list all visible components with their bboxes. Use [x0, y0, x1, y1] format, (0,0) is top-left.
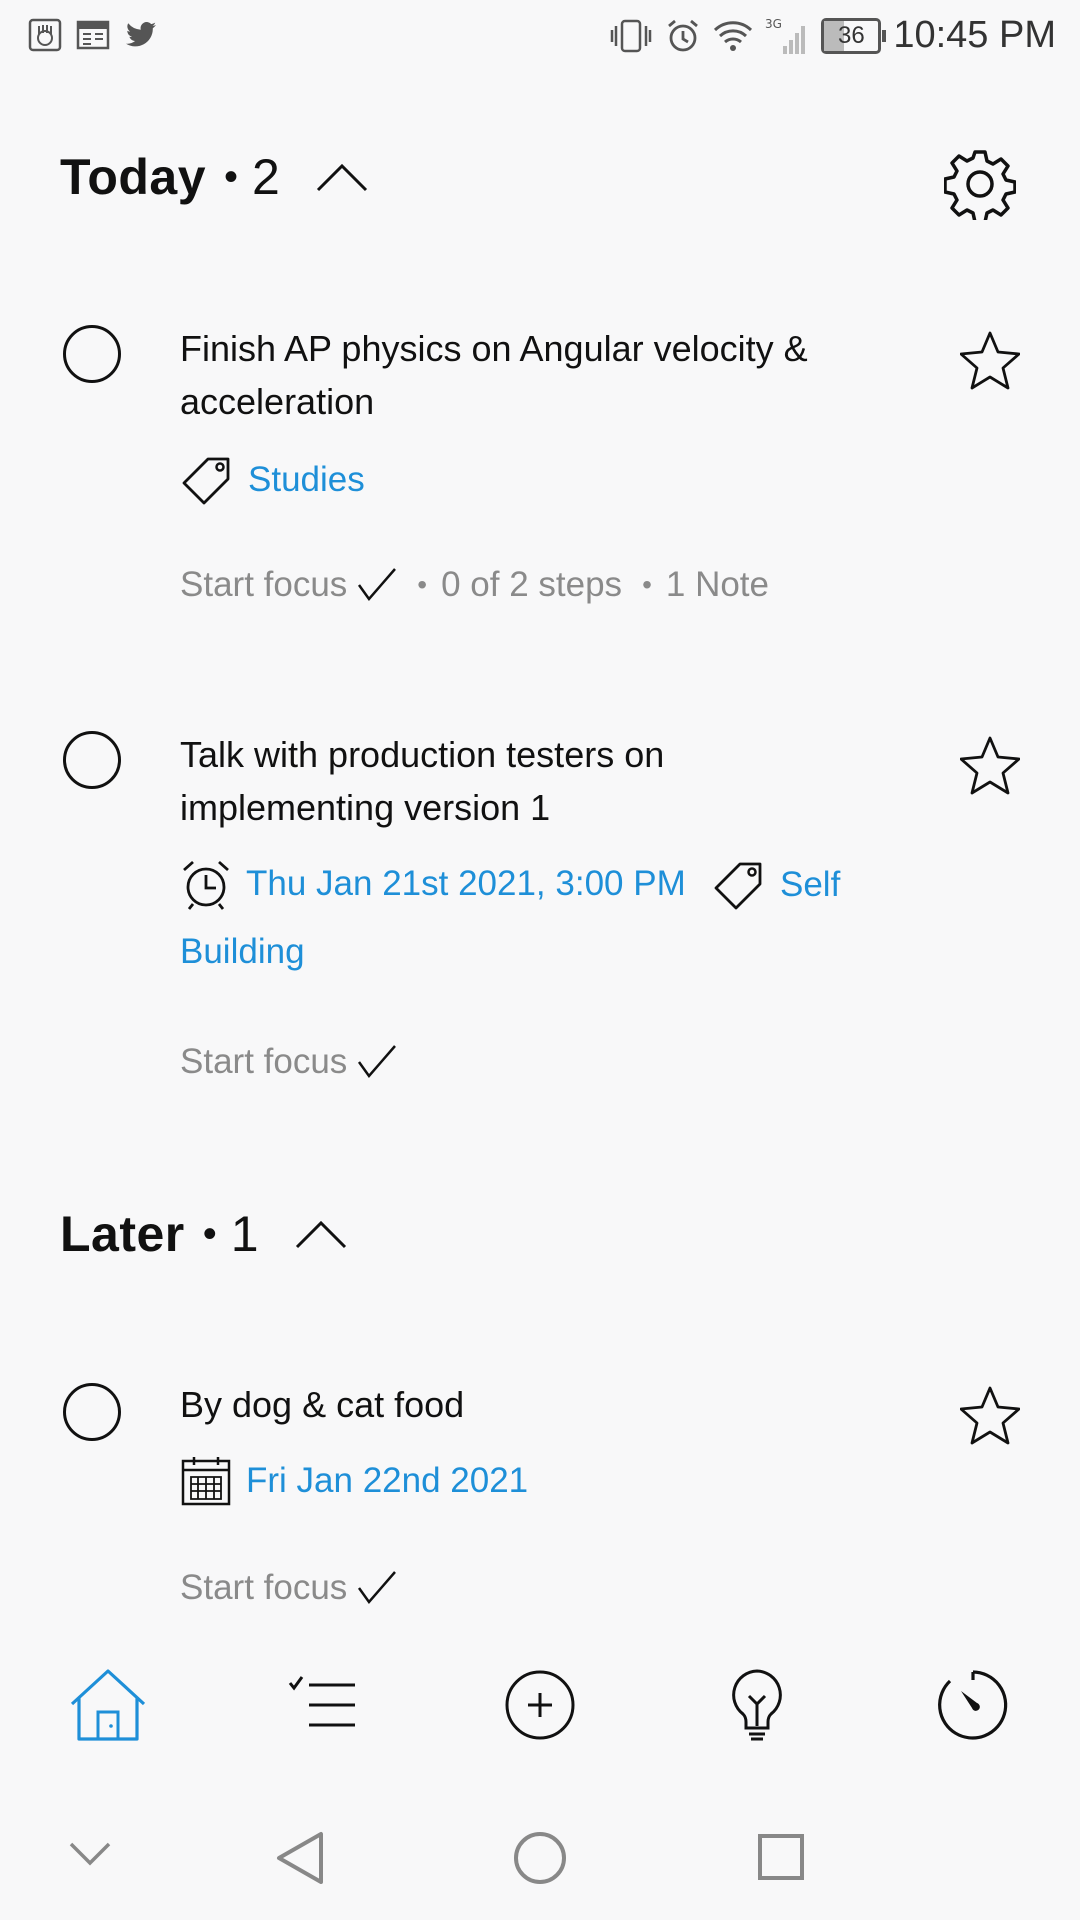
checkmark-icon[interactable]	[357, 1044, 397, 1080]
section-count: 2	[252, 149, 280, 205]
alarm-icon	[668, 19, 699, 51]
start-focus-label: Start focus	[180, 1568, 348, 1607]
section-title: Later	[60, 1206, 185, 1262]
ideas-bulb-icon	[732, 1669, 782, 1741]
add-task-icon	[505, 1670, 575, 1740]
calendar-icon	[181, 1457, 231, 1506]
task-complete-checkbox[interactable]	[63, 325, 121, 383]
reminder-date: Thu Jan 21st 2021, 3:00 PM	[246, 864, 686, 903]
start-focus-button[interactable]: Start focus	[180, 1042, 347, 1082]
start-focus-label: Start focus	[180, 565, 348, 604]
tag-label-continued: Building	[180, 932, 305, 971]
checkmark-icon[interactable]	[357, 567, 397, 603]
home-circle-icon[interactable]	[512, 1830, 568, 1886]
start-focus-button[interactable]: Start focus	[180, 565, 347, 605]
back-icon[interactable]	[275, 1830, 325, 1886]
task-complete-checkbox[interactable]	[63, 1383, 121, 1441]
notification-icons	[28, 18, 158, 52]
chevron-up-icon[interactable]	[316, 162, 368, 192]
wifi-icon	[714, 20, 753, 51]
tasks-list-icon	[288, 1676, 355, 1727]
notes-count: 1 Note	[665, 565, 769, 604]
status-time: 10:45 PM	[893, 14, 1056, 56]
battery-level: 36	[837, 21, 865, 49]
task-title[interactable]: Finish AP physics on Angular velocity & …	[180, 322, 880, 428]
task-footer: Start focus	[180, 1042, 397, 1082]
start-focus-label: Start focus	[180, 1042, 348, 1081]
start-focus-button[interactable]: Start focus	[180, 1568, 347, 1608]
task-title[interactable]: Talk with production testers on implemen…	[180, 728, 880, 834]
nav-home[interactable]	[63, 1660, 153, 1750]
checkmark-icon[interactable]	[357, 1570, 397, 1606]
vibrate-icon	[611, 19, 652, 52]
twitter-icon	[126, 21, 156, 47]
task-due-date[interactable]: Fri Jan 22nd 2021	[180, 1455, 528, 1507]
task-tag-continued[interactable]: Building	[180, 932, 305, 972]
calendar-notification-icon	[76, 20, 110, 50]
bottom-nav	[0, 1660, 1080, 1760]
tag-icon	[182, 457, 230, 505]
tag-icon	[714, 862, 762, 910]
star-icon[interactable]	[960, 330, 1020, 390]
separator-dot: •	[642, 569, 652, 600]
nav-add[interactable]	[495, 1660, 585, 1750]
hide-nav-icon[interactable]	[68, 1840, 112, 1868]
steps-count: 0 of 2 steps	[441, 565, 623, 604]
task-tag[interactable]: Self	[712, 858, 840, 912]
due-date: Fri Jan 22nd 2021	[246, 1461, 529, 1500]
network-type: 3G	[765, 17, 782, 31]
task-tag[interactable]: Studies	[180, 453, 365, 507]
section-separator: •	[202, 1211, 217, 1256]
settings-gear-icon[interactable]	[944, 148, 1016, 220]
recents-icon[interactable]	[756, 1832, 806, 1882]
tag-label: Studies	[248, 460, 365, 499]
task-complete-checkbox[interactable]	[63, 731, 121, 789]
alarm-clock-icon	[183, 860, 229, 910]
status-bar: 3G 36 10:45 PM	[0, 0, 1080, 72]
section-header-later[interactable]: Later • 1	[60, 1205, 347, 1263]
nav-tasks[interactable]	[278, 1660, 368, 1750]
separator-dot: •	[417, 569, 428, 600]
system-nav-bar	[0, 1800, 1080, 1920]
star-icon[interactable]	[960, 1385, 1020, 1445]
app-notification-icon	[28, 18, 62, 52]
nav-ideas[interactable]	[712, 1660, 802, 1750]
section-title: Today	[60, 149, 207, 205]
nav-focus[interactable]	[928, 1660, 1018, 1750]
system-status: 3G 36 10:45 PM	[609, 14, 1056, 57]
star-icon[interactable]	[960, 735, 1020, 795]
tag-label: Self	[780, 865, 841, 904]
task-reminder[interactable]: Thu Jan 21st 2021, 3:00 PM	[180, 858, 686, 910]
section-count: 1	[230, 1206, 259, 1262]
chevron-up-icon[interactable]	[295, 1219, 347, 1249]
signal-icon: 3G	[765, 17, 806, 54]
focus-timer-icon	[938, 1670, 1008, 1740]
task-footer: Start focus	[180, 1568, 397, 1608]
task-footer: Start focus • 0 of 2 steps • 1 Note	[180, 565, 769, 605]
section-separator: •	[224, 154, 239, 199]
home-icon	[70, 1669, 146, 1741]
section-header-today[interactable]: Today • 2	[60, 148, 368, 206]
task-title[interactable]: By dog & cat food	[180, 1378, 880, 1431]
battery-icon: 36	[821, 17, 887, 54]
